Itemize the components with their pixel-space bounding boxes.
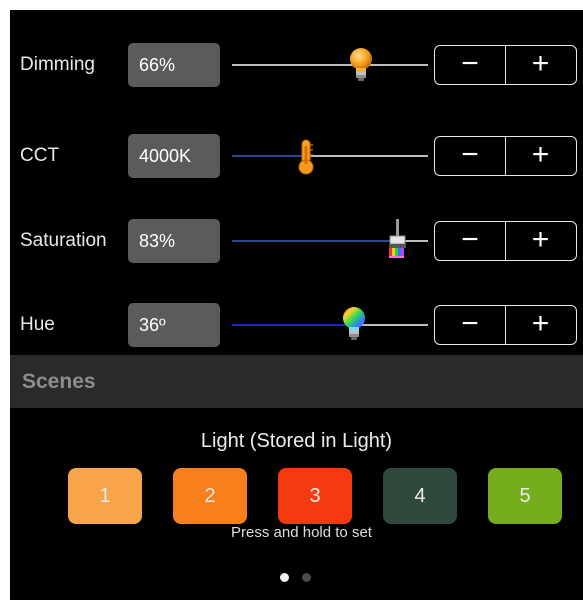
cct-label: CCT [20, 145, 60, 166]
saturation-decrease-button[interactable]: − [435, 222, 506, 260]
scene-button-1[interactable]: 1 [68, 468, 142, 524]
saturation-increase-button[interactable]: + [505, 222, 576, 260]
hue-increase-button[interactable]: + [505, 306, 576, 344]
scene-button-5[interactable]: 5 [488, 468, 562, 524]
saturation-slider[interactable] [232, 219, 428, 263]
cct-increase-button[interactable]: + [505, 137, 576, 175]
saturation-label: Saturation [20, 230, 107, 251]
cct-decrease-button[interactable]: − [435, 137, 506, 175]
page-indicator-dot-2[interactable] [302, 573, 311, 582]
hue-decrease-button[interactable]: − [435, 306, 506, 344]
light-control-panel: Dimming 66% − + CCT 4000K − + Saturation… [10, 10, 583, 600]
scenes-source-label: Light (Stored in Light) [200, 430, 393, 452]
dimming-slider[interactable] [232, 43, 428, 87]
hue-value-field[interactable]: 36º [128, 303, 220, 347]
saturation-row: Saturation 83% − + [10, 219, 583, 263]
saturation-value-field[interactable]: 83% [128, 219, 220, 263]
cct-row: CCT 4000K − + [10, 134, 583, 178]
saturation-slider-fill [232, 240, 395, 242]
scene-button-3[interactable]: 3 [278, 468, 352, 524]
hue-slider-fill [232, 324, 354, 326]
scene-button-4[interactable]: 4 [383, 468, 457, 524]
cct-slider[interactable] [232, 134, 428, 178]
paintbrush-icon[interactable] [378, 219, 412, 263]
cct-value-field[interactable]: 4000K [128, 134, 220, 178]
dimming-value-field[interactable]: 66% [128, 43, 220, 87]
scene-button-2[interactable]: 2 [173, 468, 247, 524]
hue-label: Hue [20, 314, 55, 335]
scenes-section-header: Scenes [10, 355, 583, 408]
lightbulb-icon[interactable] [344, 43, 378, 87]
hue-stepper: − + [434, 305, 577, 345]
scenes-hint: Press and hold to set [231, 524, 372, 541]
hue-slider[interactable] [232, 303, 428, 347]
cct-stepper: − + [434, 136, 577, 176]
dimming-label: Dimming [20, 54, 95, 75]
saturation-stepper: − + [434, 221, 577, 261]
dimming-increase-button[interactable]: + [505, 46, 576, 84]
page-indicator-dot-1[interactable] [280, 573, 289, 582]
dimming-stepper: − + [434, 45, 577, 85]
thermometer-icon[interactable] [289, 134, 323, 178]
scenes-title: Scenes [22, 370, 96, 393]
hue-row: Hue 36º − + [10, 303, 583, 347]
dimming-slider-fill [232, 64, 361, 66]
dimming-row: Dimming 66% − + [10, 43, 583, 87]
dimming-decrease-button[interactable]: − [435, 46, 506, 84]
rgb-bulb-icon[interactable] [337, 303, 371, 347]
